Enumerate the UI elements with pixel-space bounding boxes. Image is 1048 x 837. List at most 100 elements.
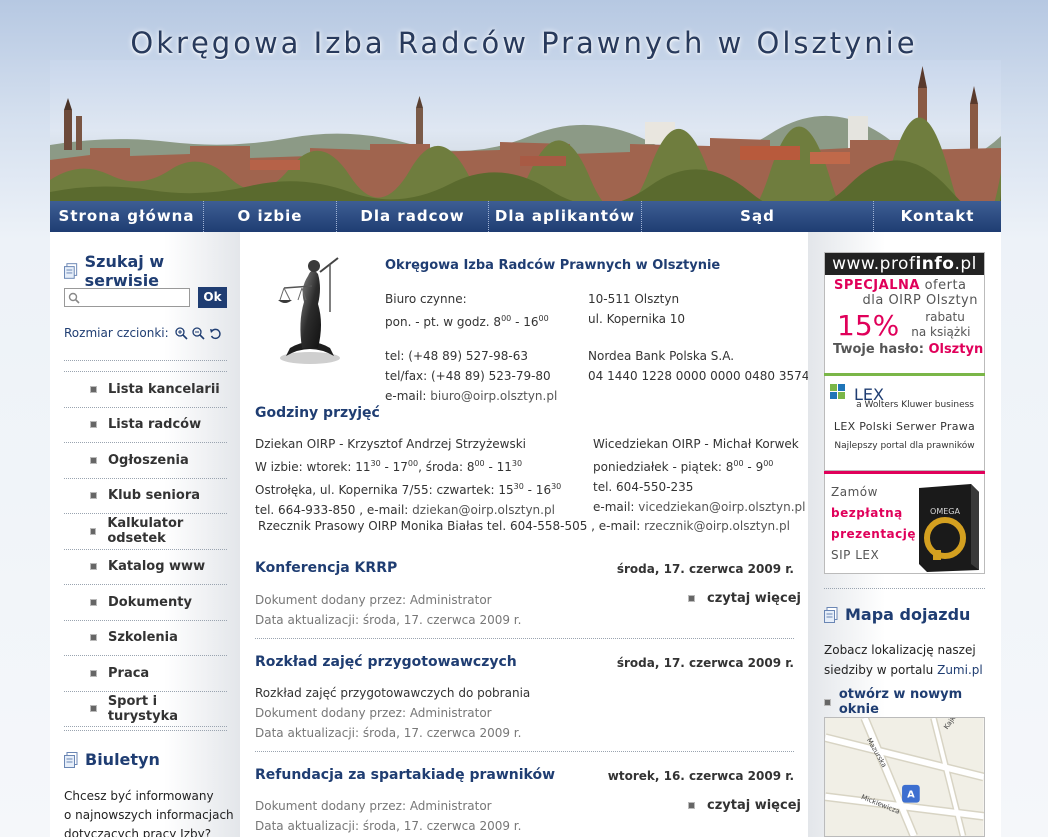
- left-sidebar: Szukaj w serwisie Ok Rozmiar czcionki: L…: [50, 232, 240, 837]
- zoom-in-icon[interactable]: [175, 326, 188, 340]
- sip-lex-ad[interactable]: Zamów bezpłatną prezentację SIP LEX OMEG…: [824, 474, 985, 574]
- sidebar-item-counsels[interactable]: Lista radców: [64, 408, 227, 443]
- news-updated: Data aktualizacji: środa, 17. czerwca 20…: [255, 723, 530, 743]
- news-added-by: Dokument dodany przez: Administrator: [255, 703, 530, 723]
- news-title-link[interactable]: Konferencja KRRP: [255, 560, 397, 576]
- hours-sup: 30: [551, 482, 562, 491]
- divider: [64, 730, 227, 731]
- read-more-label: czytaj więcej: [707, 798, 801, 813]
- vice-dean-hours: Wicedziekan OIRP - Michał Korwek poniedz…: [593, 434, 805, 517]
- bullet-icon: [688, 595, 695, 602]
- sidebar-item-sport[interactable]: Sport i turystyka: [64, 692, 227, 727]
- meta-value: Administrator: [409, 706, 492, 720]
- hours-sup: 00: [407, 459, 419, 468]
- bulletin-line: Chcesz być informowany: [64, 789, 214, 803]
- nav-home[interactable]: Strona główna: [50, 201, 204, 232]
- sidebar-item-announcements[interactable]: Ogłoszenia: [64, 443, 227, 479]
- site-title: Okręgowa Izba Radców Prawnych w Olsztyni…: [130, 26, 918, 60]
- lex-ad[interactable]: LEX a Wolters Kluwer business LEX Polski…: [824, 376, 985, 471]
- profinfo-ad[interactable]: www.profinfo.pl SPECJALNA oferta dla OIR…: [824, 252, 985, 376]
- sidebar-item-label: Ogłoszenia: [108, 452, 189, 468]
- document-icon: [824, 606, 838, 623]
- document-icon: [64, 263, 78, 279]
- news-date: środa, 17. czerwca 2009 r.: [616, 562, 794, 576]
- sidebar-item-label: Praca: [108, 665, 150, 681]
- main-nav: Strona główna O izbie Dla radcow Dla apl…: [50, 201, 1001, 256]
- nav-for-trainees[interactable]: Dla aplikantów: [489, 201, 642, 232]
- read-more-link[interactable]: czytaj więcej: [688, 798, 801, 813]
- office-hours-sup: 00: [538, 314, 549, 323]
- profinfo-rabatu: rabatu: [925, 310, 965, 324]
- search-input[interactable]: [82, 289, 186, 306]
- sidebar-item-calculator[interactable]: Kalkulator odsetek: [64, 514, 227, 550]
- bullet-icon: [90, 456, 97, 464]
- hours-text: - 11: [484, 460, 512, 474]
- office-hours-text: pon. - pt. w godz. 8: [385, 315, 502, 329]
- search-ok-button[interactable]: Ok: [198, 287, 227, 308]
- postal-code: 10-511 Olsztyn: [588, 292, 680, 306]
- map-text: Zobacz lokalizację naszej siedziby w por…: [824, 640, 989, 680]
- bank-name: Nordea Bank Polska S.A.: [588, 349, 735, 363]
- read-more-label: czytaj więcej: [707, 591, 801, 606]
- news-updated: Data aktualizacji: środa, 17. czerwca 20…: [255, 816, 521, 836]
- right-sidebar: www.profinfo.pl SPECJALNA oferta dla OIR…: [808, 232, 1001, 837]
- document-icon: [64, 751, 78, 768]
- bullet-icon: [688, 802, 695, 809]
- meta-label: Data aktualizacji:: [255, 819, 363, 833]
- bullet-icon: [90, 385, 97, 393]
- divider: [824, 588, 985, 589]
- divider: [255, 751, 794, 752]
- nav-contact[interactable]: Kontakt: [874, 201, 1001, 232]
- sidebar-item-firms[interactable]: Lista kancelarii: [64, 372, 227, 408]
- nav-arbitration[interactable]: Sąd Polubowny/Mediacje: [642, 201, 874, 256]
- press-email-link[interactable]: rzecznik@oirp.olsztyn.pl: [644, 519, 790, 533]
- news-title-link[interactable]: Refundacja za spartakiadę prawników: [255, 767, 555, 783]
- sidebar-item-label: Lista kancelarii: [108, 381, 220, 397]
- sidebar-item-jobs[interactable]: Praca: [64, 656, 227, 692]
- hours-text: W izbie: wtorek: 11: [255, 460, 371, 474]
- nav-for-counsels[interactable]: Dla radcow: [337, 201, 489, 232]
- password-label: Twoje hasło:: [833, 342, 929, 357]
- nav-about[interactable]: O izbie: [204, 201, 337, 232]
- hours-sup: 30: [511, 459, 523, 468]
- press-officer-text: Rzecznik Prasowy OIRP Monika Białas tel.…: [258, 519, 645, 533]
- hours-text: Ostrołęka, ul. Kopernika 7/55: czwartek:…: [255, 483, 514, 497]
- sidebar-item-label: Klub seniora: [108, 488, 200, 504]
- zumi-link[interactable]: Zumi.pl: [937, 663, 983, 677]
- bulletin-line: dotyczących pracy Izby?: [64, 827, 212, 837]
- news-date: wtorek, 16. czerwca 2009 r.: [607, 769, 794, 783]
- vice-dean-email-link[interactable]: vicedziekan@oirp.olsztyn.pl: [638, 500, 805, 514]
- bulletin-title: Biuletyn: [85, 750, 160, 769]
- zoom-out-icon[interactable]: [192, 326, 205, 340]
- news-title-link[interactable]: Rozkład zajęć przygotowawczych: [255, 654, 517, 670]
- location-map-image[interactable]: Kajki Mazurska Mickiewicza A: [824, 717, 985, 837]
- profinfo-books: na książki: [911, 325, 971, 339]
- contact-email-link[interactable]: biuro@oirp.olsztyn.pl: [430, 389, 557, 403]
- hours-text: - 16: [523, 483, 552, 497]
- read-more-link[interactable]: czytaj więcej: [688, 591, 801, 606]
- bulletin-line: o najnowszych informacjach: [64, 808, 234, 822]
- office-label: Biuro czynne:: [385, 292, 467, 306]
- sip-line: bezpłatną: [831, 506, 903, 520]
- dean-hours: Dziekan OIRP - Krzysztof Andrzej Strzyże…: [255, 434, 561, 520]
- sip-line: Zamów: [831, 485, 878, 499]
- dean-email-link[interactable]: dziekan@oirp.olsztyn.pl: [412, 503, 555, 517]
- meta-value: środa, 17. czerwca 2009 r.: [362, 726, 522, 740]
- hours-sup: 00: [733, 459, 744, 468]
- open-map-link[interactable]: otwórz w nowym oknie: [824, 687, 1001, 717]
- sidebar-item-seniors[interactable]: Klub seniora: [64, 479, 227, 514]
- sidebar-item-catalog[interactable]: Katalog www: [64, 550, 227, 585]
- sidebar-item-documents[interactable]: Dokumenty: [64, 585, 227, 621]
- bullet-icon: [824, 698, 831, 706]
- divider: [64, 360, 227, 361]
- reset-font-icon[interactable]: [209, 327, 222, 340]
- meta-value: Administrator: [409, 799, 492, 813]
- divider: [255, 638, 794, 639]
- meta-value: środa, 17. czerwca 2009 r.: [362, 613, 522, 627]
- map-box-title: Mapa dojazdu: [824, 605, 970, 624]
- profinfo-logo: www.profinfo.pl: [825, 253, 984, 275]
- city-panorama-image: [50, 60, 1001, 201]
- sidebar-item-label: Szkolenia: [108, 630, 178, 646]
- hours-text: poniedziałek - piątek: 8: [593, 460, 734, 474]
- sidebar-item-trainings[interactable]: Szkolenia: [64, 621, 227, 656]
